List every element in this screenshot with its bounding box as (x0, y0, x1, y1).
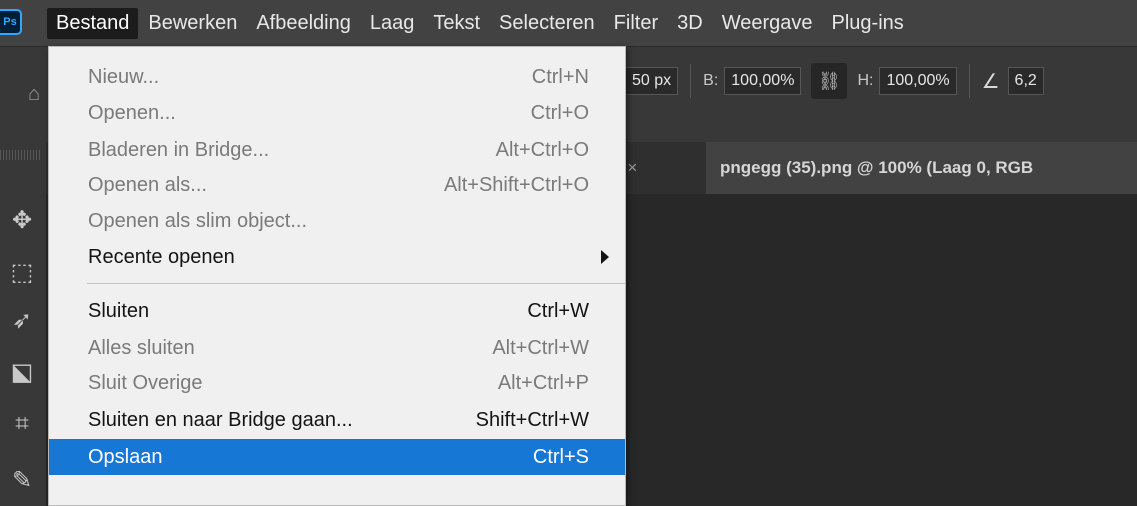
menu-item-sluit-overige[interactable]: Sluit Overige Alt+Ctrl+P (49, 365, 625, 401)
menu-item-bladeren-in-bridge[interactable]: Bladeren in Bridge... Alt+Ctrl+O (49, 132, 625, 168)
menu-3d[interactable]: 3D (668, 8, 712, 39)
home-icon[interactable]: ⌂ (28, 83, 48, 105)
menu-item-openen-als-slim-object[interactable]: Openen als slim object... (49, 203, 625, 239)
menu-item-shortcut: Alt+Shift+Ctrl+O (443, 173, 589, 196)
menu-item-label: Openen... (88, 101, 176, 124)
menu-item-sluiten-en-naar-bridge[interactable]: Sluiten en naar Bridge gaan... Shift+Ctr… (49, 402, 625, 438)
menu-filter[interactable]: Filter (605, 8, 667, 39)
menu-plugins[interactable]: Plug-ins (823, 8, 913, 39)
menu-item-shortcut: Shift+Ctrl+W (475, 408, 589, 431)
menu-item-opslaan[interactable]: Opslaan Ctrl+S (49, 439, 625, 475)
lasso-tool-icon[interactable]: ➶ (6, 304, 38, 336)
menu-item-shortcut: Ctrl+O (530, 101, 589, 124)
menu-tekst[interactable]: Tekst (424, 8, 489, 39)
h-label: H: (857, 72, 874, 89)
tools-panel: ✥ ⬚ ➶ ⬕ ⌗ ✎ (0, 142, 47, 506)
menu-bar: Ps Bestand Bewerken Afbeelding Laag Teks… (0, 0, 1137, 46)
object-select-tool-icon[interactable]: ⬕ (6, 356, 38, 388)
menu-item-recente-openen[interactable]: Recente openen (49, 239, 625, 275)
menu-selecteren[interactable]: Selecteren (490, 8, 604, 39)
menu-item-label: Openen als slim object... (88, 209, 307, 232)
b-percent-field[interactable]: 100,00% (724, 67, 802, 95)
menu-item-shortcut: Alt+Ctrl+P (497, 371, 589, 394)
menu-item-shortcut: Ctrl+W (527, 299, 589, 322)
divider (690, 64, 692, 98)
link-icon[interactable]: ⛓ (811, 63, 848, 99)
menu-item-alles-sluiten[interactable]: Alles sluiten Alt+Ctrl+W (49, 330, 625, 366)
menu-item-label: Openen als... (88, 173, 207, 196)
menu-items: Bestand Bewerken Afbeelding Laag Tekst S… (47, 0, 914, 46)
crop-tool-icon[interactable]: ⌗ (6, 408, 38, 440)
menu-item-label: Recente openen (88, 245, 235, 268)
eyedropper-tool-icon[interactable]: ✎ (6, 464, 38, 496)
menu-item-nieuw[interactable]: Nieuw... Ctrl+N (49, 59, 625, 95)
width-field[interactable]: 50 px (625, 67, 679, 95)
marquee-tool-icon[interactable]: ⬚ (6, 256, 38, 288)
menu-item-label: Sluit Overige (88, 371, 203, 394)
menu-laag[interactable]: Laag (361, 8, 424, 39)
angle-icon: ∠ (981, 70, 1000, 93)
menu-afbeelding[interactable]: Afbeelding (247, 8, 360, 39)
menu-separator (87, 283, 625, 284)
menu-item-label: Sluiten (88, 299, 150, 322)
menu-item-label: Sluiten en naar Bridge gaan... (88, 408, 353, 431)
menu-item-openen-als[interactable]: Openen als... Alt+Shift+Ctrl+O (49, 167, 625, 203)
b-label: B: (703, 72, 719, 89)
h-percent-field[interactable]: 100,00% (879, 67, 957, 95)
menu-item-label: Opslaan (88, 445, 163, 468)
menu-bewerken[interactable]: Bewerken (139, 8, 246, 39)
menu-item-label: Bladeren in Bridge... (88, 138, 270, 161)
tab-pngegg[interactable]: pngegg (35).png @ 100% (Laag 0, RGB (706, 142, 1137, 194)
menu-item-shortcut: Alt+Ctrl+W (492, 336, 589, 359)
menu-weergave[interactable]: Weergave (713, 8, 822, 39)
menu-item-label: Alles sluiten (88, 336, 195, 359)
menu-item-label: Nieuw... (88, 65, 160, 88)
bestand-dropdown-menu: Nieuw... Ctrl+N Openen... Ctrl+O Bladere… (48, 46, 626, 506)
move-tool-icon[interactable]: ✥ (6, 204, 38, 236)
angle-field[interactable]: 6,2 (1007, 67, 1044, 95)
menu-bestand[interactable]: Bestand (47, 7, 139, 39)
menu-item-shortcut: Alt+Ctrl+O (495, 138, 589, 161)
menu-item-shortcut: Ctrl+S (532, 445, 589, 468)
divider (968, 64, 970, 98)
submenu-arrow-icon (601, 250, 609, 264)
tab-other-document[interactable]: * × (616, 142, 706, 194)
photoshop-logo[interactable]: Ps (0, 9, 22, 35)
menu-item-openen[interactable]: Openen... Ctrl+O (49, 95, 625, 131)
menu-item-shortcut: Ctrl+N (531, 65, 589, 88)
menu-item-sluiten[interactable]: Sluiten Ctrl+W (49, 293, 625, 329)
transform-options: 50 px B: 100,00% ⛓ H: 100,00% ∠ 6,2 (625, 59, 1044, 103)
panel-grip[interactable] (0, 150, 40, 160)
